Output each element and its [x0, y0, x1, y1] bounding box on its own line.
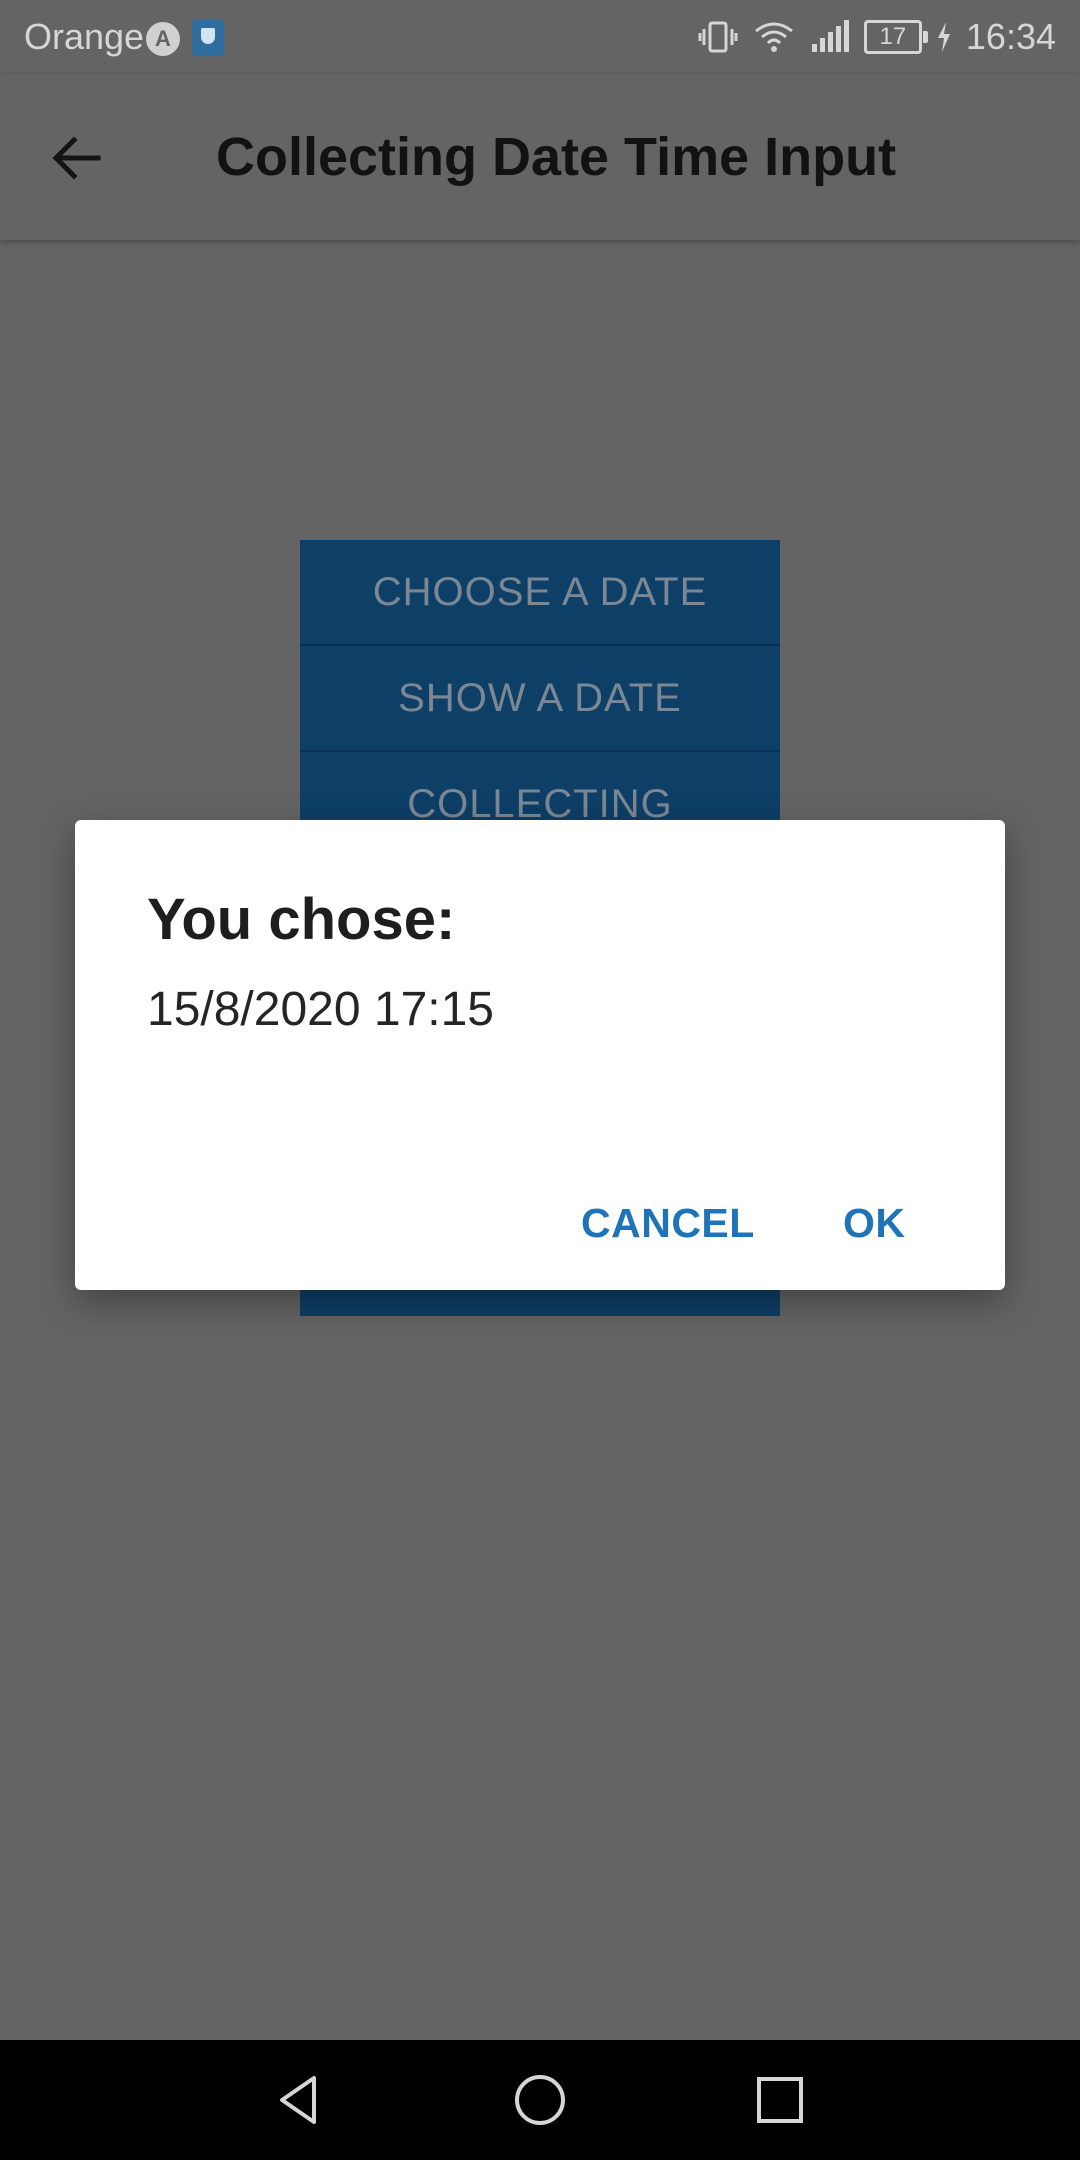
dialog-message: 15/8/2020 17:15: [147, 983, 494, 1036]
circle-home-icon[interactable]: [510, 2070, 570, 2130]
square-recent-icon[interactable]: [750, 2070, 810, 2130]
dialog-title: You chose:: [147, 887, 456, 952]
app-notification-icon: A: [146, 22, 180, 56]
arrow-left-icon[interactable]: [44, 124, 112, 192]
status-icons: 17 16:34: [698, 14, 1056, 60]
ok-button[interactable]: OK: [843, 1178, 906, 1268]
page-title: Collecting Date Time Input: [216, 127, 897, 187]
app-bar: Collecting Date Time Input: [0, 74, 1080, 240]
charging-icon: [936, 20, 952, 54]
status-bar: Orange A 17 16:34: [0, 0, 1080, 74]
signal-icon: [810, 20, 850, 54]
carrier-name: Orange: [24, 16, 145, 57]
clock: 16:34: [965, 16, 1056, 57]
shield-icon: [192, 20, 224, 56]
navigation-bar: [0, 2040, 1080, 2160]
wifi-icon: [752, 19, 796, 55]
battery-icon: 17: [863, 20, 928, 54]
choose-date-button[interactable]: CHOOSE A DATE: [300, 540, 780, 644]
show-date-button[interactable]: SHOW A DATE: [300, 646, 780, 750]
result-dialog: You chose: 15/8/2020 17:15 CANCEL OK: [75, 820, 1005, 1290]
triangle-back-icon[interactable]: [270, 2070, 330, 2130]
cancel-button[interactable]: CANCEL: [581, 1178, 755, 1268]
vibrate-icon: [698, 19, 738, 55]
